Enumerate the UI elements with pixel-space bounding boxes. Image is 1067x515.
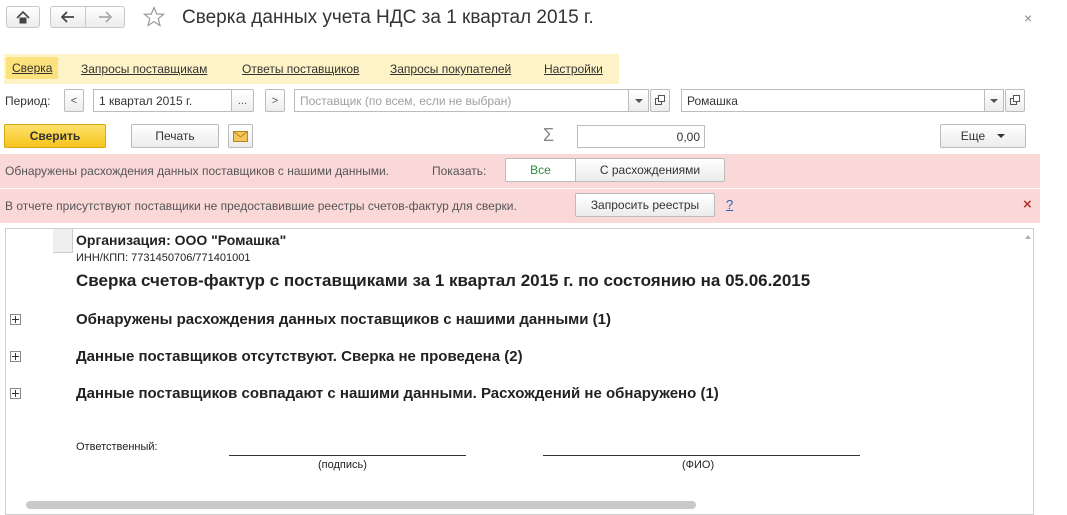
report-heading: Сверка счетов-фактур с поставщиками за 1… xyxy=(76,271,811,290)
more-label: Еще xyxy=(960,129,986,143)
scroll-up-arrow[interactable] xyxy=(1025,235,1031,239)
arrow-left-icon xyxy=(61,11,74,23)
vertical-scrollbar[interactable] xyxy=(1022,229,1033,499)
period-label: Период: xyxy=(5,94,51,108)
favorite-button[interactable] xyxy=(142,5,166,31)
expand-group-missing[interactable] xyxy=(10,351,21,362)
period-select-button[interactable]: ... xyxy=(231,89,254,112)
open-form-icon xyxy=(1009,95,1020,105)
signature-line xyxy=(229,455,466,456)
organization-dropdown-button[interactable] xyxy=(984,89,1004,112)
show-label: Показать: xyxy=(432,164,487,178)
reconcile-button[interactable]: Сверить xyxy=(4,124,106,148)
filter-all-button[interactable]: Все xyxy=(505,158,576,182)
period-prev-button[interactable]: < xyxy=(64,89,84,112)
home-button[interactable] xyxy=(6,6,40,28)
back-button[interactable] xyxy=(50,6,86,28)
print-button[interactable]: Печать xyxy=(131,124,219,148)
name-caption: (ФИО) xyxy=(682,459,715,471)
period-field[interactable]: 1 квартал 2015 г. xyxy=(93,89,232,112)
more-button[interactable]: Еще xyxy=(940,124,1026,148)
cell-marker xyxy=(53,229,73,253)
chevron-down-icon xyxy=(990,98,998,103)
supplier-placeholder: Поставщик (по всем, если не выбран) xyxy=(300,93,512,108)
responsible-label: Ответственный: xyxy=(76,441,158,453)
forward-button[interactable] xyxy=(85,6,125,28)
expand-group-matching[interactable] xyxy=(10,388,21,399)
chevron-down-icon xyxy=(634,98,643,103)
supplier-open-button[interactable] xyxy=(650,89,670,112)
period-value: 1 квартал 2015 г. xyxy=(99,93,193,108)
signature-caption: (подпись) xyxy=(318,459,367,471)
arrow-right-icon xyxy=(99,11,112,23)
envelope-icon xyxy=(233,130,248,142)
request-registers-button[interactable]: Запросить реестры xyxy=(575,193,715,217)
tab-supplier-requests[interactable]: Запросы поставщикам xyxy=(81,62,207,76)
name-line xyxy=(543,455,860,456)
period-next-button[interactable]: > xyxy=(265,89,285,112)
organization-value: Ромашка xyxy=(687,93,738,108)
tab-bar: Сверка Запросы поставщикам Ответы постав… xyxy=(4,54,619,84)
supplier-input[interactable]: Поставщик (по всем, если не выбран) xyxy=(294,89,629,112)
email-button[interactable] xyxy=(228,124,253,148)
report-document[interactable]: Организация: ООО "Ромашка" ИНН/КПП: 7731… xyxy=(5,228,1034,515)
chevron-down-icon xyxy=(997,134,1006,138)
group-matching: Данные поставщиков совпадают с нашими да… xyxy=(76,385,719,402)
discrepancy-bar: Обнаружены расхождения данных поставщико… xyxy=(0,154,1040,188)
help-link[interactable]: ? xyxy=(726,197,733,212)
tab-supplier-responses[interactable]: Ответы поставщиков xyxy=(242,62,359,76)
missing-registers-bar: В отчете присутствуют поставщики не пред… xyxy=(0,189,1040,223)
home-icon xyxy=(16,10,30,23)
missing-registers-message: В отчете присутствуют поставщики не пред… xyxy=(5,199,517,213)
sum-icon: Σ xyxy=(543,125,555,145)
close-bar-button[interactable]: × xyxy=(1023,196,1032,213)
star-icon xyxy=(142,5,166,27)
supplier-dropdown-button[interactable] xyxy=(628,89,649,112)
expand-group-discrepancies[interactable] xyxy=(10,314,21,325)
tab-reconcile[interactable]: Сверка xyxy=(6,57,59,79)
horizontal-scrollbar[interactable] xyxy=(26,501,696,509)
tab-buyer-requests[interactable]: Запросы покупателей xyxy=(390,62,511,76)
open-form-icon xyxy=(654,95,665,105)
filter-with-diff-button[interactable]: С расхождениями xyxy=(575,158,725,182)
organization-line: Организация: ООО "Ромашка" xyxy=(76,232,287,248)
organization-input[interactable]: Ромашка xyxy=(681,89,985,112)
tab-settings[interactable]: Настройки xyxy=(544,62,603,76)
sum-field: 0,00 xyxy=(577,125,705,148)
organization-open-button[interactable] xyxy=(1005,89,1025,112)
inn-line: ИНН/КПП: 7731450706/771401001 xyxy=(76,252,251,264)
group-missing: Данные поставщиков отсутствуют. Сверка н… xyxy=(76,348,523,365)
discrepancy-message: Обнаружены расхождения данных поставщико… xyxy=(5,164,389,178)
window-title: Сверка данных учета НДС за 1 квартал 201… xyxy=(182,7,594,28)
close-window-button[interactable]: × xyxy=(1024,10,1032,26)
sum-value: 0,00 xyxy=(676,129,700,144)
group-discrepancies: Обнаружены расхождения данных поставщико… xyxy=(76,311,611,328)
